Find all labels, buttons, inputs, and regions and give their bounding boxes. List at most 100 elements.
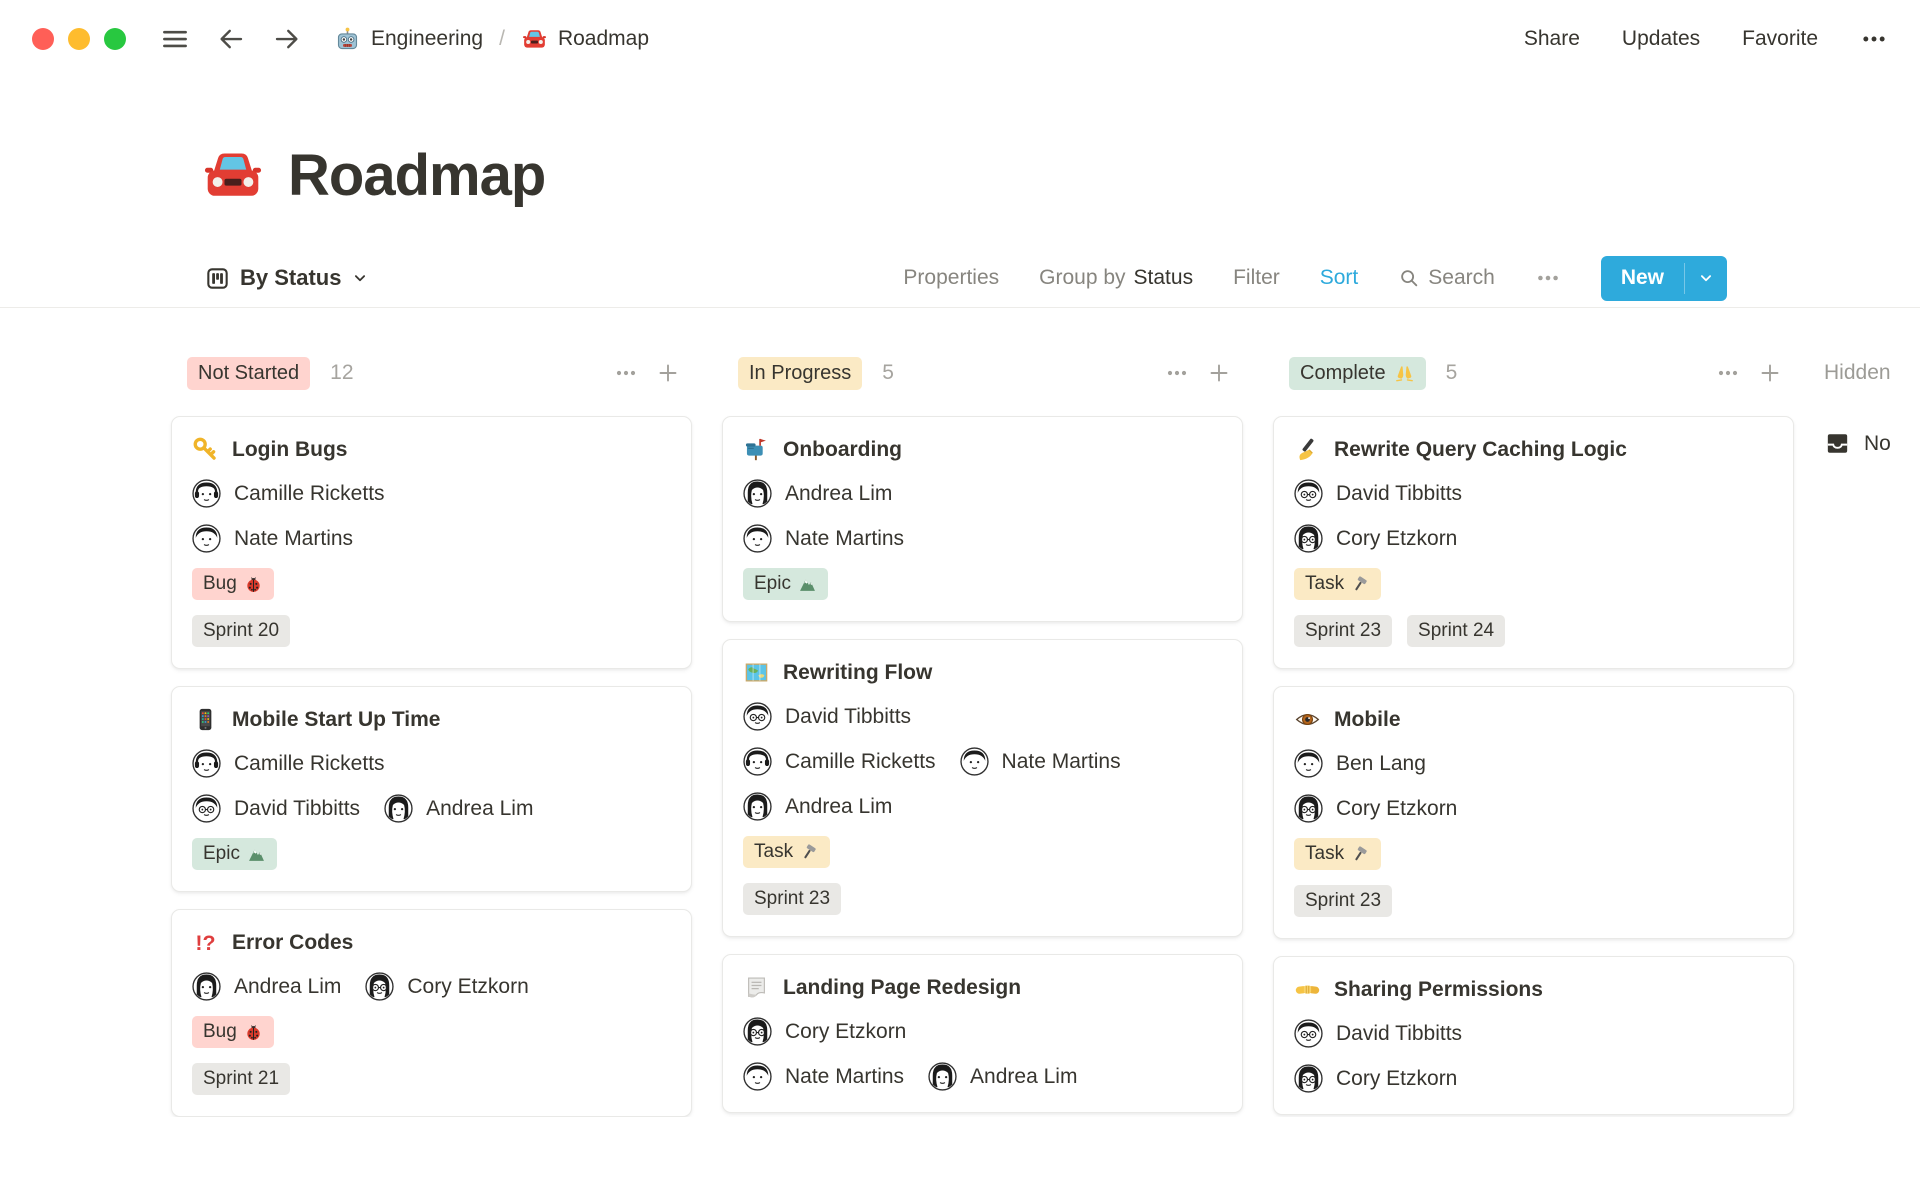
tag-row: Epic [743,568,1222,600]
person-chip: Andrea Lim [743,479,892,508]
tag-label: Task [754,841,794,862]
avatar [743,792,772,821]
board-column: Complete 5 Rewrite Query Caching Logic Davi… [1273,356,1794,1115]
close-window-button[interactable] [32,28,54,50]
breadcrumb-item-roadmap[interactable]: Roadmap [521,26,649,53]
person-name: Nate Martins [785,1064,905,1088]
column-header: Complete 5 [1273,356,1794,390]
board-card[interactable]: Landing Page Redesign Cory Etzkorn Nate Ma… [722,954,1243,1113]
properties-button[interactable]: Properties [903,266,999,290]
search-button[interactable]: Search [1398,266,1495,290]
breadcrumb: Engineering / Roadmap [334,26,649,53]
tag-label: Bug [203,573,237,594]
mailbox-icon [743,436,770,463]
person-row: Ben Lang [1294,749,1773,778]
minimize-window-button[interactable] [68,28,90,50]
tag: Sprint 23 [1294,615,1393,647]
column-add-card-button[interactable] [1758,361,1782,385]
card-title-row: !? Error Codes [192,929,671,956]
avatar [1294,1064,1323,1093]
board-view-icon [205,266,230,291]
board-card[interactable]: Rewrite Query Caching Logic David Tibbitt… [1273,416,1794,669]
group-by-button[interactable]: Group by Status [1039,266,1193,290]
board-card[interactable]: Mobile Start Up Time Camille Ricketts Davi… [171,686,692,892]
more-options-button[interactable] [1860,25,1888,53]
page-title[interactable]: Roadmap [288,142,546,209]
tag-row: Epic [192,838,671,870]
sidebar-toggle-button[interactable] [160,24,190,54]
tag-label: Epic [203,843,240,864]
person-row: Nate Martins Andrea Lim [743,1062,1222,1091]
tag-row: Sprint 23 [1294,885,1773,917]
person-row: Camille Ricketts [192,749,671,778]
view-toolbar: By Status Properties Group by Status Fil… [0,249,1920,307]
avatar [743,702,772,731]
person-chip: Camille Ricketts [192,479,385,508]
new-dropdown-button[interactable] [1685,256,1727,301]
person-chip: Andrea Lim [384,794,533,823]
hidden-columns-toggle[interactable]: Hidden [1824,356,1891,390]
mountain-icon [798,575,817,594]
card-title-row: Rewriting Flow [743,659,1222,686]
tag: Epic [192,838,277,870]
new-split-button: New [1600,255,1727,301]
person-name: Nate Martins [785,526,905,550]
board-card[interactable]: Mobile Ben Lang Cory Etzkorn Task Sprint 23 [1273,686,1794,939]
column-status-label: Not Started [198,361,300,384]
favorite-button[interactable]: Favorite [1742,27,1818,51]
person-chip: Cory Etzkorn [743,1017,906,1046]
board-card[interactable]: Rewriting Flow David Tibbitts Camille Rick… [722,639,1243,937]
person-row: David Tibbitts [743,702,1222,731]
breadcrumb-separator: / [499,27,505,50]
updates-button[interactable]: Updates [1622,27,1700,51]
person-chip: David Tibbitts [192,794,360,823]
page-car-icon[interactable] [200,143,266,209]
board-card[interactable]: Login Bugs Camille Ricketts Nate Martins Bu… [171,416,692,669]
forward-button[interactable] [272,24,302,54]
person-row: Cory Etzkorn [1294,1064,1773,1093]
column-add-card-button[interactable] [1207,361,1231,385]
avatar [928,1062,957,1091]
eye-icon [1294,706,1321,733]
back-arrow-icon [216,24,246,54]
card-title: Mobile Start Up Time [232,707,441,731]
board-card[interactable]: !? Error Codes Andrea Lim Cory Etzkorn Bug Sp… [171,909,692,1117]
column-more-button[interactable] [614,361,638,385]
view-more-button[interactable] [1535,265,1561,291]
person-name: Andrea Lim [785,794,893,818]
person-name: Camille Ricketts [234,751,385,775]
column-count: 5 [1445,361,1458,384]
board-card[interactable]: Sharing Permissions David Tibbitts Cory Et… [1273,956,1794,1115]
sort-button[interactable]: Sort [1320,266,1359,290]
breadcrumb-item-engineering[interactable]: Engineering [334,26,483,53]
person-row: Andrea Lim [743,479,1222,508]
column-status-badge[interactable]: Not Started [187,356,311,390]
tag: Epic [743,568,828,600]
column-status-label: Complete [1300,361,1386,384]
tag: Bug [192,568,274,600]
column-add-card-button[interactable] [656,361,680,385]
column-count: 5 [882,361,894,384]
back-button[interactable] [216,24,246,54]
column-more-button[interactable] [1716,361,1740,385]
tag-row: Task [1294,838,1773,870]
person-name: Nate Martins [1001,749,1121,773]
chevron-down-icon [351,269,369,287]
filter-button[interactable]: Filter [1233,266,1280,290]
column-status-badge[interactable]: Complete [1289,356,1426,390]
person-row: Nate Martins [192,524,671,553]
share-button[interactable]: Share [1524,27,1580,51]
view-switcher-by-status[interactable]: By Status [205,265,369,291]
zoom-window-button[interactable] [104,28,126,50]
new-button[interactable]: New [1601,256,1684,301]
column-more-button[interactable] [1165,361,1189,385]
hidden-group-no-status[interactable]: No [1824,430,1891,457]
column-status-badge[interactable]: In Progress [738,356,863,390]
person-row: Andrea Lim [743,792,1222,821]
person-name: Andrea Lim [785,481,893,505]
card-title-row: Rewrite Query Caching Logic [1294,436,1773,463]
board-card[interactable]: Onboarding Andrea Lim Nate Martins Epic [722,416,1243,622]
key-icon [192,436,219,463]
tag-row: Task [1294,568,1773,600]
card-title: Rewrite Query Caching Logic [1334,437,1627,461]
